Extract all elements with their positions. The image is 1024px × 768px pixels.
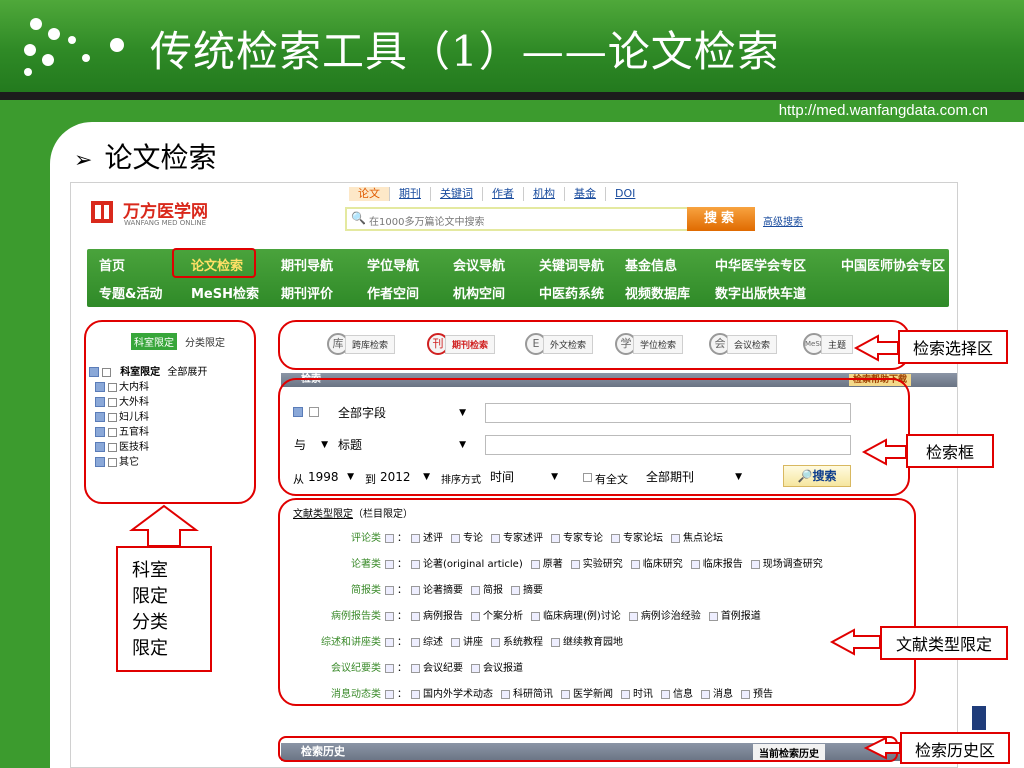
slide-logo-icon xyxy=(972,706,986,730)
callout-mode-area: 检索选择区 xyxy=(898,330,1008,364)
highlight-mode-area xyxy=(278,320,910,370)
highlight-doc-types xyxy=(278,498,916,706)
search-type-tabs: 论文 期刊 关键词 作者 机构 基金 DOI xyxy=(349,187,644,201)
highlight-history xyxy=(278,736,898,762)
tab-keywords[interactable]: 关键词 xyxy=(431,187,483,201)
tab-funds[interactable]: 基金 xyxy=(565,187,606,201)
callout-line: 分类 xyxy=(132,612,168,633)
tab-institutions[interactable]: 机构 xyxy=(524,187,565,201)
slide-banner: 传统检索工具（1）——论文检索 xyxy=(0,0,1024,92)
section-heading: ➢ 论文检索 xyxy=(74,136,216,176)
nav-home[interactable]: 首页 xyxy=(99,255,125,274)
nav-video-db[interactable]: 视频数据库 xyxy=(625,283,690,302)
nav-tcm-system[interactable]: 中医药系统 xyxy=(539,283,604,302)
nav-fund-info[interactable]: 基金信息 xyxy=(625,255,677,274)
nav-mesh[interactable]: MeSH检索 xyxy=(191,283,259,302)
logo-subtitle: WANFANG MED ONLINE xyxy=(124,219,207,227)
nav-row-2: 专题&活动 MeSH检索 期刊评价 作者空间 机构空间 中医药系统 视频数据库 … xyxy=(87,277,949,305)
nav-cma-zone[interactable]: 中华医学会专区 xyxy=(715,255,806,274)
callout-search-box: 检索框 xyxy=(906,434,994,468)
callout-line: 限定 xyxy=(132,638,168,659)
tab-papers[interactable]: 论文 xyxy=(349,187,390,201)
nav-degree-guide[interactable]: 学位导航 xyxy=(367,255,419,274)
highlight-search-box xyxy=(278,378,910,496)
highlight-paper-search xyxy=(172,248,256,278)
section-heading-text: 论文检索 xyxy=(104,141,217,174)
banner-divider xyxy=(0,92,1024,100)
wanfang-logo-icon xyxy=(91,201,113,223)
nav-author-space[interactable]: 作者空间 xyxy=(367,283,419,302)
nav-conference-guide[interactable]: 会议导航 xyxy=(453,255,505,274)
slide-title: 传统检索工具（1）——论文检索 xyxy=(150,27,780,76)
callout-doc-type: 文献类型限定 xyxy=(880,626,1008,660)
bullet-arrow-icon: ➢ xyxy=(74,148,93,173)
advanced-search-link[interactable]: 高级搜索 xyxy=(763,213,803,228)
nav-journal-eval[interactable]: 期刊评价 xyxy=(281,283,333,302)
highlight-sidebar xyxy=(84,320,256,504)
nav-institution-space[interactable]: 机构空间 xyxy=(453,283,505,302)
tab-doi[interactable]: DOI xyxy=(606,187,644,201)
search-icon: 🔍 xyxy=(351,211,366,225)
nav-topics[interactable]: 专题&活动 xyxy=(99,283,162,302)
nav-digital-publishing[interactable]: 数字出版快车道 xyxy=(715,283,806,302)
callout-sidebar: 科室 限定 分类 限定 xyxy=(116,546,212,672)
nav-cmda-zone[interactable]: 中国医师协会专区 xyxy=(841,255,945,274)
tab-authors[interactable]: 作者 xyxy=(483,187,524,201)
callout-line: 科室 xyxy=(132,560,168,581)
nav-keyword-guide[interactable]: 关键词导航 xyxy=(539,255,604,274)
site-search-button[interactable]: 搜索 xyxy=(687,207,755,231)
search-placeholder: 在1000多万篇论文中搜索 xyxy=(369,217,485,228)
callout-history: 检索历史区 xyxy=(900,732,1010,764)
tab-journals[interactable]: 期刊 xyxy=(390,187,431,201)
decorative-dots-icon xyxy=(20,14,130,84)
slide-url: http://med.wanfangdata.com.cn xyxy=(778,102,988,119)
callout-line: 限定 xyxy=(132,586,168,607)
nav-journal-guide[interactable]: 期刊导航 xyxy=(281,255,333,274)
